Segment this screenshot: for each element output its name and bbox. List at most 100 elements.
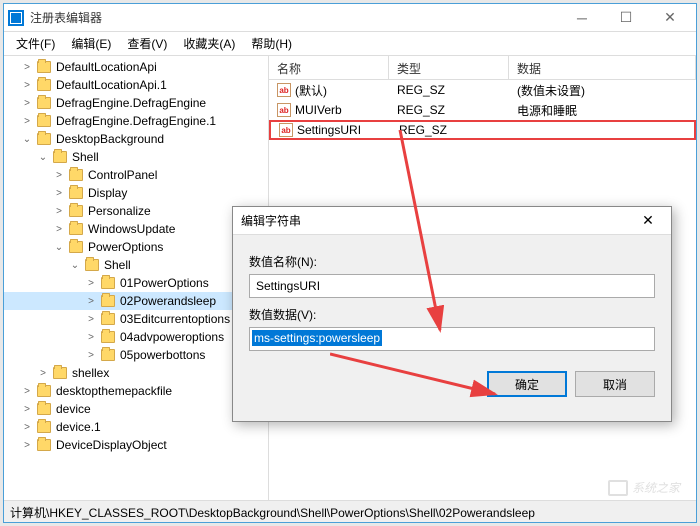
tree-item[interactable]: > shellex: [4, 364, 268, 382]
tree-item[interactable]: > DefaultLocationApi.1: [4, 76, 268, 94]
tree-twisty-icon[interactable]: >: [84, 350, 98, 361]
tree-label[interactable]: Shell: [70, 150, 101, 164]
folder-icon: [37, 439, 51, 451]
tree-twisty-icon[interactable]: ⌄: [36, 152, 50, 163]
tree-item[interactable]: >01PowerOptions: [4, 274, 268, 292]
tree-label[interactable]: DesktopBackground: [54, 132, 166, 146]
tree-label[interactable]: Personalize: [86, 204, 153, 218]
col-type[interactable]: 类型: [389, 56, 509, 79]
tree-label[interactable]: PowerOptions: [86, 240, 165, 254]
tree-twisty-icon[interactable]: ⌄: [20, 134, 34, 145]
tree-label[interactable]: 03Editcurrentoptions: [118, 312, 232, 326]
tree-item[interactable]: > WindowsUpdate: [4, 220, 268, 238]
list-row[interactable]: abSettingsURIREG_SZ: [269, 120, 696, 140]
col-data[interactable]: 数据: [509, 56, 696, 79]
minimize-button[interactable]: ─: [560, 4, 604, 32]
tree-label[interactable]: DefragEngine.DefragEngine: [54, 96, 208, 110]
tree-twisty-icon[interactable]: >: [52, 188, 66, 199]
tree-label[interactable]: DefaultLocationApi: [54, 60, 159, 74]
tree-label[interactable]: DefragEngine.DefragEngine.1: [54, 114, 218, 128]
tree-twisty-icon[interactable]: >: [20, 98, 34, 109]
tree-twisty-icon[interactable]: ⌄: [68, 260, 82, 271]
tree-twisty-icon[interactable]: >: [20, 62, 34, 73]
folder-icon: [37, 385, 51, 397]
value-type: REG_SZ: [391, 122, 511, 138]
menu-edit[interactable]: 编辑(E): [63, 33, 119, 54]
tree-label[interactable]: 02Powerandsleep: [118, 294, 218, 308]
dialog-close-button[interactable]: ✕: [633, 212, 663, 229]
tree-item[interactable]: >02Powerandsleep: [4, 292, 268, 310]
list-row[interactable]: ab(默认)REG_SZ(数值未设置): [269, 80, 696, 100]
tree-panel[interactable]: > DefaultLocationApi > DefaultLocationApi.1…: [4, 56, 269, 500]
tree-label[interactable]: shellex: [70, 366, 111, 380]
maximize-button[interactable]: ☐: [604, 4, 648, 32]
tree-twisty-icon[interactable]: >: [52, 170, 66, 181]
tree-twisty-icon[interactable]: >: [52, 206, 66, 217]
tree-item[interactable]: >05powerbottons: [4, 346, 268, 364]
menu-view[interactable]: 查看(V): [119, 33, 175, 54]
folder-icon: [101, 313, 115, 325]
tree-twisty-icon[interactable]: >: [84, 278, 98, 289]
tree-item[interactable]: ⌄ Shell: [4, 148, 268, 166]
folder-icon: [37, 403, 51, 415]
tree-item[interactable]: ⌄ Shell: [4, 256, 268, 274]
tree-item[interactable]: > DefaultLocationApi: [4, 58, 268, 76]
tree-label[interactable]: DeviceDisplayObject: [54, 438, 169, 452]
tree-twisty-icon[interactable]: ⌄: [52, 242, 66, 253]
tree-item[interactable]: >04advpoweroptions: [4, 328, 268, 346]
tree-item[interactable]: > ControlPanel: [4, 166, 268, 184]
value-data-selection: ms-settings:powersleep: [252, 330, 382, 346]
tree-item[interactable]: > DeviceDisplayObject: [4, 436, 268, 454]
tree-label[interactable]: 01PowerOptions: [118, 276, 211, 290]
tree-item[interactable]: > DefragEngine.DefragEngine: [4, 94, 268, 112]
tree-item[interactable]: >03Editcurrentoptions: [4, 310, 268, 328]
close-button[interactable]: ✕: [648, 4, 692, 32]
tree-item[interactable]: > Display: [4, 184, 268, 202]
tree-label[interactable]: Shell: [102, 258, 133, 272]
tree-item[interactable]: > Personalize: [4, 202, 268, 220]
tree-label[interactable]: DefaultLocationApi.1: [54, 78, 169, 92]
menubar: 文件(F) 编辑(E) 查看(V) 收藏夹(A) 帮助(H): [4, 32, 696, 56]
tree-label[interactable]: Display: [86, 186, 129, 200]
tree-twisty-icon[interactable]: >: [20, 422, 34, 433]
tree-item[interactable]: > device.1: [4, 418, 268, 436]
tree-item[interactable]: > device: [4, 400, 268, 418]
tree-twisty-icon[interactable]: >: [20, 386, 34, 397]
tree-twisty-icon[interactable]: >: [36, 368, 50, 379]
tree-twisty-icon[interactable]: >: [20, 116, 34, 127]
tree-label[interactable]: 05powerbottons: [118, 348, 207, 362]
tree-item[interactable]: ⌄ DesktopBackground: [4, 130, 268, 148]
folder-icon: [69, 169, 83, 181]
tree-item[interactable]: > desktopthemepackfile: [4, 382, 268, 400]
value-name-input[interactable]: [249, 274, 655, 298]
menu-help[interactable]: 帮助(H): [243, 33, 300, 54]
tree-label[interactable]: device: [54, 402, 93, 416]
tree-label[interactable]: device.1: [54, 420, 103, 434]
tree-twisty-icon[interactable]: >: [84, 296, 98, 307]
tree-item[interactable]: > DefragEngine.DefragEngine.1: [4, 112, 268, 130]
value-type: REG_SZ: [389, 82, 509, 98]
tree-twisty-icon[interactable]: >: [84, 314, 98, 325]
tree-twisty-icon[interactable]: >: [84, 332, 98, 343]
tree-item[interactable]: ⌄ PowerOptions: [4, 238, 268, 256]
tree-label[interactable]: ControlPanel: [86, 168, 159, 182]
value-name-label: 数值名称(N):: [249, 253, 655, 270]
tree-label[interactable]: WindowsUpdate: [86, 222, 177, 236]
tree-twisty-icon[interactable]: >: [20, 404, 34, 415]
tree-label[interactable]: desktopthemepackfile: [54, 384, 174, 398]
list-body: ab(默认)REG_SZ(数值未设置)abMUIVerbREG_SZ电源和睡眠a…: [269, 80, 696, 140]
watermark: 系统之家: [608, 479, 680, 496]
ok-button[interactable]: 确定: [487, 371, 567, 397]
tree-label[interactable]: 04advpoweroptions: [118, 330, 226, 344]
tree-twisty-icon[interactable]: >: [52, 224, 66, 235]
folder-icon: [69, 223, 83, 235]
tree-twisty-icon[interactable]: >: [20, 440, 34, 451]
folder-icon: [101, 295, 115, 307]
menu-favorites[interactable]: 收藏夹(A): [175, 33, 243, 54]
tree-twisty-icon[interactable]: >: [20, 80, 34, 91]
list-row[interactable]: abMUIVerbREG_SZ电源和睡眠: [269, 100, 696, 120]
col-name[interactable]: 名称: [269, 56, 389, 79]
cancel-button[interactable]: 取消: [575, 371, 655, 397]
folder-icon: [85, 259, 99, 271]
menu-file[interactable]: 文件(F): [8, 33, 63, 54]
